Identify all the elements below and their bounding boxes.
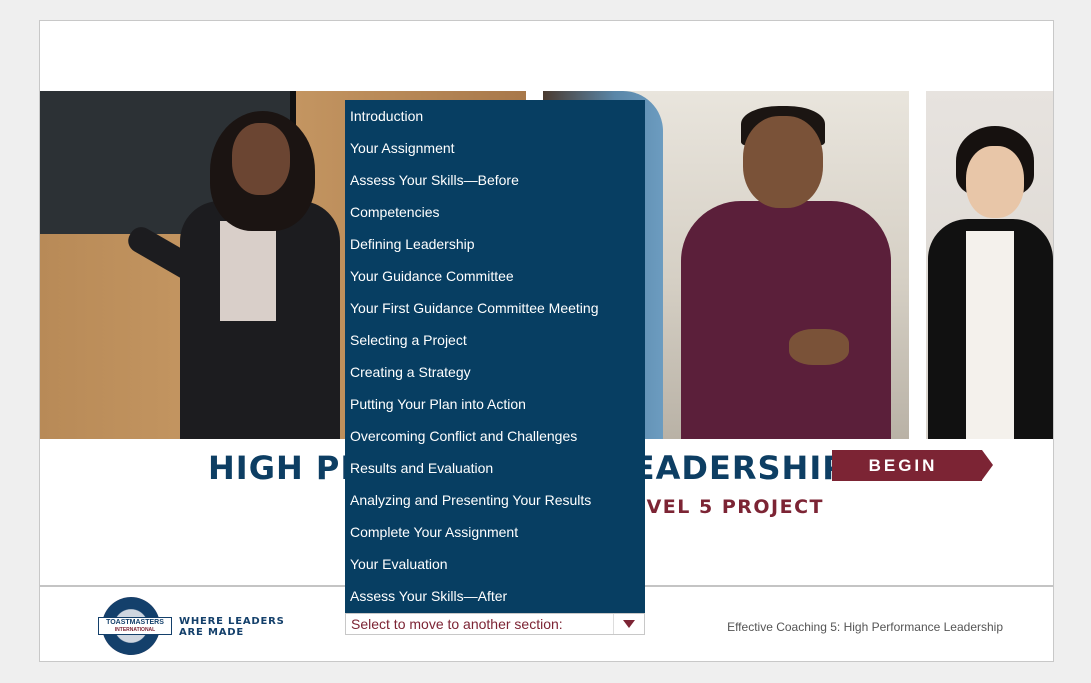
menu-item-plan-into-action[interactable]: Putting Your Plan into Action [345, 388, 645, 420]
menu-item-defining-leadership[interactable]: Defining Leadership [345, 228, 645, 260]
menu-item-assess-skills-after[interactable]: Assess Your Skills—After [345, 580, 645, 612]
section-menu: Introduction Your Assignment Assess Your… [345, 100, 645, 613]
section-select[interactable]: Select to move to another section: [345, 613, 645, 635]
section-select-placeholder: Select to move to another section: [351, 616, 563, 632]
select-arrow-button[interactable] [613, 614, 644, 634]
toastmasters-logo: TOASTMASTERS INTERNATIONAL [98, 597, 172, 657]
menu-item-guidance-committee[interactable]: Your Guidance Committee [345, 260, 645, 292]
menu-item-results-evaluation[interactable]: Results and Evaluation [345, 452, 645, 484]
menu-item-competencies[interactable]: Competencies [345, 196, 645, 228]
menu-item-your-assignment[interactable]: Your Assignment [345, 132, 645, 164]
menu-item-your-evaluation[interactable]: Your Evaluation [345, 548, 645, 580]
chevron-right-icon[interactable] [982, 450, 993, 480]
menu-item-introduction[interactable]: Introduction [345, 100, 645, 132]
menu-item-assess-skills-before[interactable]: Assess Your Skills—Before [345, 164, 645, 196]
menu-item-complete-assignment[interactable]: Complete Your Assignment [345, 516, 645, 548]
page-subtitle: LEVEL 5 PROJECT [636, 496, 824, 518]
logo-subtext: INTERNATIONAL [114, 627, 156, 633]
hero-photo-member [926, 91, 1053, 439]
logo-banner: TOASTMASTERS INTERNATIONAL [98, 617, 172, 635]
begin-button[interactable]: BEGIN [832, 450, 982, 481]
tagline: WHERE LEADERS ARE MADE [179, 616, 285, 638]
triangle-down-icon [623, 620, 635, 628]
menu-item-overcoming-conflict[interactable]: Overcoming Conflict and Challenges [345, 420, 645, 452]
menu-item-creating-strategy[interactable]: Creating a Strategy [345, 356, 645, 388]
menu-item-analyzing-results[interactable]: Analyzing and Presenting Your Results [345, 484, 645, 516]
course-title: Effective Coaching 5: High Performance L… [727, 620, 1003, 634]
menu-item-selecting-project[interactable]: Selecting a Project [345, 324, 645, 356]
menu-item-first-committee-meeting[interactable]: Your First Guidance Committee Meeting [345, 292, 645, 324]
